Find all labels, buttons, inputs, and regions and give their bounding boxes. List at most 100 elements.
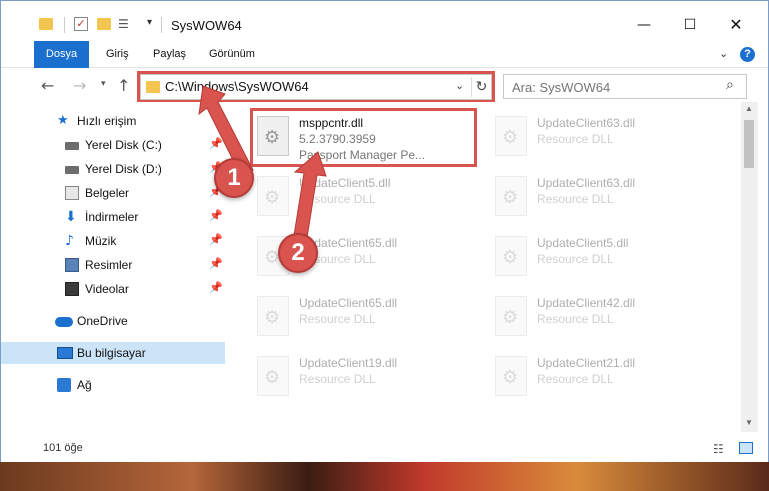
- folder-icon: [146, 81, 160, 93]
- scroll-thumb[interactable]: [744, 120, 754, 168]
- dll-file-icon: [495, 296, 527, 336]
- sidebar-item-local-disk-d[interactable]: Yerel Disk (D:) 📌: [1, 158, 225, 180]
- file-description: Resource DLL: [537, 132, 614, 146]
- dll-file-icon: [495, 356, 527, 396]
- sidebar-item-quick-access[interactable]: ★ Hızlı erişim: [1, 110, 225, 132]
- sidebar-item-label: Müzik: [85, 234, 117, 248]
- file-description: Resource DLL: [299, 312, 376, 326]
- pictures-icon: [65, 258, 79, 272]
- sidebar-item-label: Yerel Disk (C:): [85, 138, 162, 152]
- drive-icon: [65, 142, 79, 150]
- dll-file-icon: [495, 116, 527, 156]
- pin-icon[interactable]: 📌: [209, 281, 223, 294]
- sidebar-item-this-pc[interactable]: Bu bilgisayar: [1, 342, 225, 364]
- file-name: UpdateClient42.dll: [537, 296, 636, 310]
- file-item[interactable]: UpdateClient5.dll Resource DLL: [491, 230, 711, 286]
- sidebar-item-label: Bu bilgisayar: [77, 346, 146, 360]
- quick-access-toolbar-icon[interactable]: ☰: [118, 17, 136, 31]
- explorer-window: ✓ ☰ ▾ SysWOW64 — ☐ ✕ Dosya Giriş Paylaş …: [0, 0, 769, 462]
- sidebar-item-label: Videolar: [85, 282, 129, 296]
- maximize-button[interactable]: ☐: [667, 10, 713, 40]
- download-arrow-icon: ⬇: [65, 209, 77, 225]
- search-icon[interactable]: ⌕: [726, 77, 734, 93]
- file-name: UpdateClient63.dll: [537, 116, 636, 130]
- tab-gorunum[interactable]: Görünüm: [209, 41, 255, 68]
- file-name: UpdateClient19.dll: [299, 356, 398, 370]
- divider: [64, 17, 65, 33]
- title-bar: ✓ ☰ ▾ SysWOW64 — ☐ ✕: [1, 1, 768, 41]
- file-item[interactable]: UpdateClient19.dll Resource DLL: [253, 350, 473, 406]
- sidebar-item-videos[interactable]: Videolar 📌: [1, 278, 225, 300]
- help-icon[interactable]: ?: [740, 47, 755, 62]
- file-name: UpdateClient63.dll: [537, 176, 636, 190]
- file-item[interactable]: UpdateClient65.dll Resource DLL: [253, 290, 473, 346]
- divider: [161, 17, 162, 33]
- pin-icon[interactable]: 📌: [209, 209, 223, 222]
- file-name: UpdateClient21.dll: [537, 356, 636, 370]
- file-item[interactable]: UpdateClient42.dll Resource DLL: [491, 290, 711, 346]
- file-description: Resource DLL: [299, 372, 376, 386]
- vertical-scrollbar[interactable]: ▲ ▼: [741, 102, 758, 432]
- file-name: UpdateClient65.dll: [299, 296, 398, 310]
- cloud-icon: [55, 317, 73, 327]
- sidebar-item-onedrive[interactable]: OneDrive: [1, 310, 225, 332]
- file-name: UpdateClient5.dll: [537, 236, 629, 250]
- sidebar-item-documents[interactable]: Belgeler 📌: [1, 182, 225, 204]
- back-arrow-icon[interactable]: ←: [41, 76, 54, 95]
- sidebar-item-label: OneDrive: [77, 314, 128, 328]
- file-item[interactable]: UpdateClient63.dll Resource DLL: [491, 170, 711, 226]
- refresh-icon[interactable]: ↻: [471, 77, 491, 97]
- search-box[interactable]: ⌕: [503, 74, 747, 99]
- file-item[interactable]: UpdateClient63.dll Resource DLL: [491, 110, 711, 166]
- file-description: Resource DLL: [537, 252, 614, 266]
- chevron-down-icon[interactable]: ▾: [147, 17, 152, 33]
- document-icon: [65, 186, 79, 200]
- scroll-down-arrow-icon[interactable]: ▼: [745, 418, 753, 427]
- video-film-icon: [65, 282, 79, 296]
- scroll-up-arrow-icon[interactable]: ▲: [745, 104, 753, 113]
- step-2-badge: 2: [278, 233, 318, 273]
- sidebar-item-downloads[interactable]: ⬇ İndirmeler 📌: [1, 206, 225, 228]
- up-arrow-icon[interactable]: ↑: [117, 76, 130, 95]
- sidebar-item-pictures[interactable]: Resimler 📌: [1, 254, 225, 276]
- window-title: SysWOW64: [171, 18, 242, 33]
- computer-icon: [57, 347, 73, 359]
- step-1-badge: 1: [214, 158, 254, 198]
- minimize-button[interactable]: —: [621, 10, 667, 40]
- forward-arrow-icon[interactable]: →: [73, 76, 86, 95]
- sidebar-item-label: Ağ: [77, 378, 92, 392]
- dll-file-icon: [495, 236, 527, 276]
- file-name: msppcntr.dll: [299, 116, 364, 130]
- close-button[interactable]: ✕: [713, 10, 759, 40]
- tab-dosya[interactable]: Dosya: [34, 41, 89, 68]
- recent-locations-chevron-icon[interactable]: ▾: [101, 79, 106, 89]
- sidebar-item-music[interactable]: ♪ Müzik 📌: [1, 230, 225, 252]
- music-note-icon: ♪: [65, 233, 74, 249]
- sidebar-item-label: Hızlı erişim: [77, 114, 137, 128]
- file-description: Resource DLL: [537, 312, 614, 326]
- details-view-icon[interactable]: ☷: [713, 442, 724, 456]
- file-version: 5.2.3790.3959: [299, 132, 376, 146]
- sidebar-item-label: Belgeler: [85, 186, 130, 200]
- address-history-chevron-icon[interactable]: ⌄: [455, 79, 464, 92]
- tab-giris[interactable]: Giriş: [106, 41, 129, 68]
- search-input[interactable]: [512, 78, 712, 96]
- file-description: Resource DLL: [537, 192, 614, 206]
- new-folder-icon[interactable]: [97, 18, 111, 30]
- properties-check-icon[interactable]: ✓: [74, 17, 88, 31]
- file-item[interactable]: UpdateClient21.dll Resource DLL: [491, 350, 711, 406]
- sidebar-item-network[interactable]: Ağ: [1, 374, 225, 396]
- star-icon: ★: [57, 113, 69, 128]
- drive-icon: [65, 166, 79, 174]
- dll-file-icon: [257, 356, 289, 396]
- sidebar-item-local-disk-c[interactable]: Yerel Disk (C:) 📌: [1, 134, 225, 156]
- ribbon-expand-chevron-icon[interactable]: ⌄: [719, 47, 728, 60]
- sidebar-item-label: Yerel Disk (D:): [85, 162, 162, 176]
- network-icon: [57, 378, 71, 392]
- tab-paylas[interactable]: Paylaş: [153, 41, 186, 68]
- pin-icon[interactable]: 📌: [209, 233, 223, 246]
- dll-file-icon: [257, 296, 289, 336]
- pin-icon[interactable]: 📌: [209, 257, 223, 270]
- address-bar[interactable]: C:\Windows\SysWOW64 ⌄ ↻: [140, 74, 492, 100]
- large-icons-view-icon[interactable]: [739, 442, 753, 454]
